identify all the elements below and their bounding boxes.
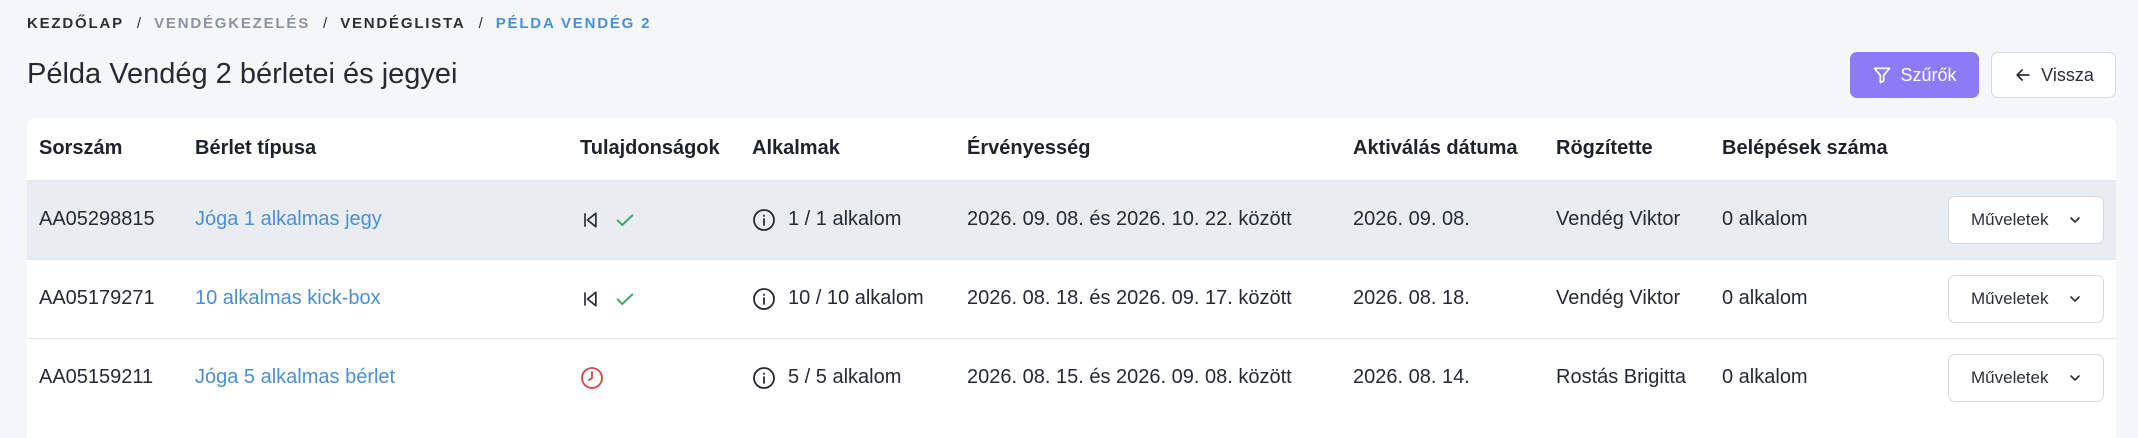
cell-pass-type: Jóga 1 alkalmas jegy bbox=[183, 179, 568, 259]
table-row[interactable]: AA05159211 Jóga 5 alkalmas bérlet 5 / 5 … bbox=[27, 337, 2116, 417]
cell-pass-type: 10 alkalmas kick-box bbox=[183, 258, 568, 338]
pass-type-link[interactable]: 10 alkalmas kick-box bbox=[195, 287, 381, 309]
column-header-pass-type[interactable]: Bérlet típusa bbox=[183, 118, 568, 180]
table-row[interactable]: AA05179271 10 alkalmas kick-box 10 / 10 … bbox=[27, 258, 2116, 338]
column-header-validity[interactable]: Érvényesség bbox=[955, 118, 1341, 180]
chevron-down-icon bbox=[2067, 291, 2083, 307]
actions-label: Műveletek bbox=[1971, 367, 2049, 387]
column-header-entries[interactable]: Belépések száma bbox=[1710, 118, 1901, 180]
check-icon bbox=[614, 288, 636, 310]
breadcrumb-guest-list[interactable]: VENDÉGLISTA bbox=[340, 15, 465, 32]
skip-back-icon bbox=[580, 289, 600, 309]
cell-entries: 0 alkalom bbox=[1710, 337, 1901, 417]
cell-occasions: 1 / 1 alkalom bbox=[740, 179, 955, 259]
cell-recorded-by: Vendég Viktor bbox=[1544, 258, 1710, 338]
arrow-left-icon bbox=[2013, 65, 2033, 85]
actions-label: Műveletek bbox=[1971, 209, 2049, 229]
info-icon[interactable] bbox=[752, 366, 776, 390]
cell-validity: 2026. 08. 15. és 2026. 09. 08. között bbox=[955, 337, 1341, 417]
breadcrumb-separator: / bbox=[136, 15, 142, 32]
column-header-occasions[interactable]: Alkalmak bbox=[740, 118, 955, 180]
skip-back-icon bbox=[580, 210, 600, 230]
cell-validity: 2026. 08. 18. és 2026. 09. 17. között bbox=[955, 258, 1341, 338]
page-title: Példa Vendég 2 bérletei és jegyei bbox=[27, 58, 458, 90]
check-icon bbox=[614, 209, 636, 231]
column-header-activation-date[interactable]: Aktiválás dátuma bbox=[1341, 118, 1544, 180]
passes-table: Sorszám Bérlet típusa Tulajdonságok Alka… bbox=[27, 118, 2116, 438]
column-header-properties[interactable]: Tulajdonságok bbox=[568, 118, 740, 180]
cell-entries: 0 alkalom bbox=[1710, 258, 1901, 338]
pass-type-link[interactable]: Jóga 5 alkalmas bérlet bbox=[195, 366, 395, 388]
actions-dropdown-button[interactable]: Műveletek bbox=[1948, 274, 2104, 323]
column-header-recorded-by[interactable]: Rögzítette bbox=[1544, 118, 1710, 180]
breadcrumb-guest-management[interactable]: VENDÉGKEZELÉS bbox=[154, 15, 310, 32]
cell-serial: AA05179271 bbox=[27, 258, 183, 338]
cell-occasions: 10 / 10 alkalom bbox=[740, 258, 955, 338]
column-header-serial[interactable]: Sorszám bbox=[27, 118, 183, 180]
pass-type-link[interactable]: Jóga 1 alkalmas jegy bbox=[195, 208, 382, 230]
occasions-value: 1 / 1 alkalom bbox=[788, 208, 902, 230]
breadcrumb: KEZDŐLAP / VENDÉGKEZELÉS / VENDÉGLISTA /… bbox=[27, 15, 651, 32]
cell-serial: AA05298815 bbox=[27, 179, 183, 259]
cell-properties bbox=[568, 337, 740, 417]
chevron-down-icon bbox=[2067, 212, 2083, 228]
cell-actions: Műveletek bbox=[1901, 258, 2116, 338]
breadcrumb-home[interactable]: KEZDŐLAP bbox=[27, 15, 124, 32]
cell-recorded-by: Vendég Viktor bbox=[1544, 179, 1710, 259]
cell-validity: 2026. 09. 08. és 2026. 10. 22. között bbox=[955, 179, 1341, 259]
cell-activation-date: 2026. 09. 08. bbox=[1341, 179, 1544, 259]
occasions-value: 10 / 10 alkalom bbox=[788, 287, 924, 309]
cell-recorded-by: Rostás Brigitta bbox=[1544, 337, 1710, 417]
cell-actions: Műveletek bbox=[1901, 337, 2116, 417]
clock-icon bbox=[580, 366, 604, 390]
cell-properties bbox=[568, 258, 740, 338]
chevron-down-icon bbox=[2067, 370, 2083, 386]
cell-actions: Műveletek bbox=[1901, 179, 2116, 259]
occasions-value: 5 / 5 alkalom bbox=[788, 366, 902, 389]
breadcrumb-separator: / bbox=[478, 15, 483, 32]
column-header-actions bbox=[1901, 118, 2116, 180]
actions-dropdown-button[interactable]: Műveletek bbox=[1948, 195, 2104, 244]
filters-button[interactable]: Szűrők bbox=[1850, 52, 1979, 98]
cell-properties bbox=[568, 179, 740, 259]
cell-activation-date: 2026. 08. 14. bbox=[1341, 337, 1544, 417]
cell-entries: 0 alkalom bbox=[1710, 179, 1901, 259]
back-button-label: Vissza bbox=[2041, 64, 2094, 85]
table-header-row: Sorszám Bérlet típusa Tulajdonságok Alka… bbox=[27, 118, 2116, 180]
back-button[interactable]: Vissza bbox=[1991, 52, 2116, 98]
cell-serial: AA05159211 bbox=[27, 337, 183, 417]
actions-label: Műveletek bbox=[1971, 288, 2049, 308]
actions-dropdown-button[interactable]: Műveletek bbox=[1948, 353, 2104, 402]
table-row[interactable]: AA05298815 Jóga 1 alkalmas jegy 1 / 1 al… bbox=[27, 179, 2116, 259]
filters-button-label: Szűrők bbox=[1900, 64, 1957, 85]
breadcrumb-current: PÉLDA VENDÉG 2 bbox=[495, 15, 652, 32]
breadcrumb-separator: / bbox=[323, 15, 328, 32]
filter-icon bbox=[1872, 65, 1892, 85]
cell-occasions: 5 / 5 alkalom bbox=[740, 337, 955, 417]
cell-pass-type: Jóga 5 alkalmas bérlet bbox=[183, 337, 568, 417]
info-icon[interactable] bbox=[752, 208, 776, 232]
cell-activation-date: 2026. 08. 18. bbox=[1341, 258, 1544, 338]
info-icon[interactable] bbox=[752, 287, 776, 311]
